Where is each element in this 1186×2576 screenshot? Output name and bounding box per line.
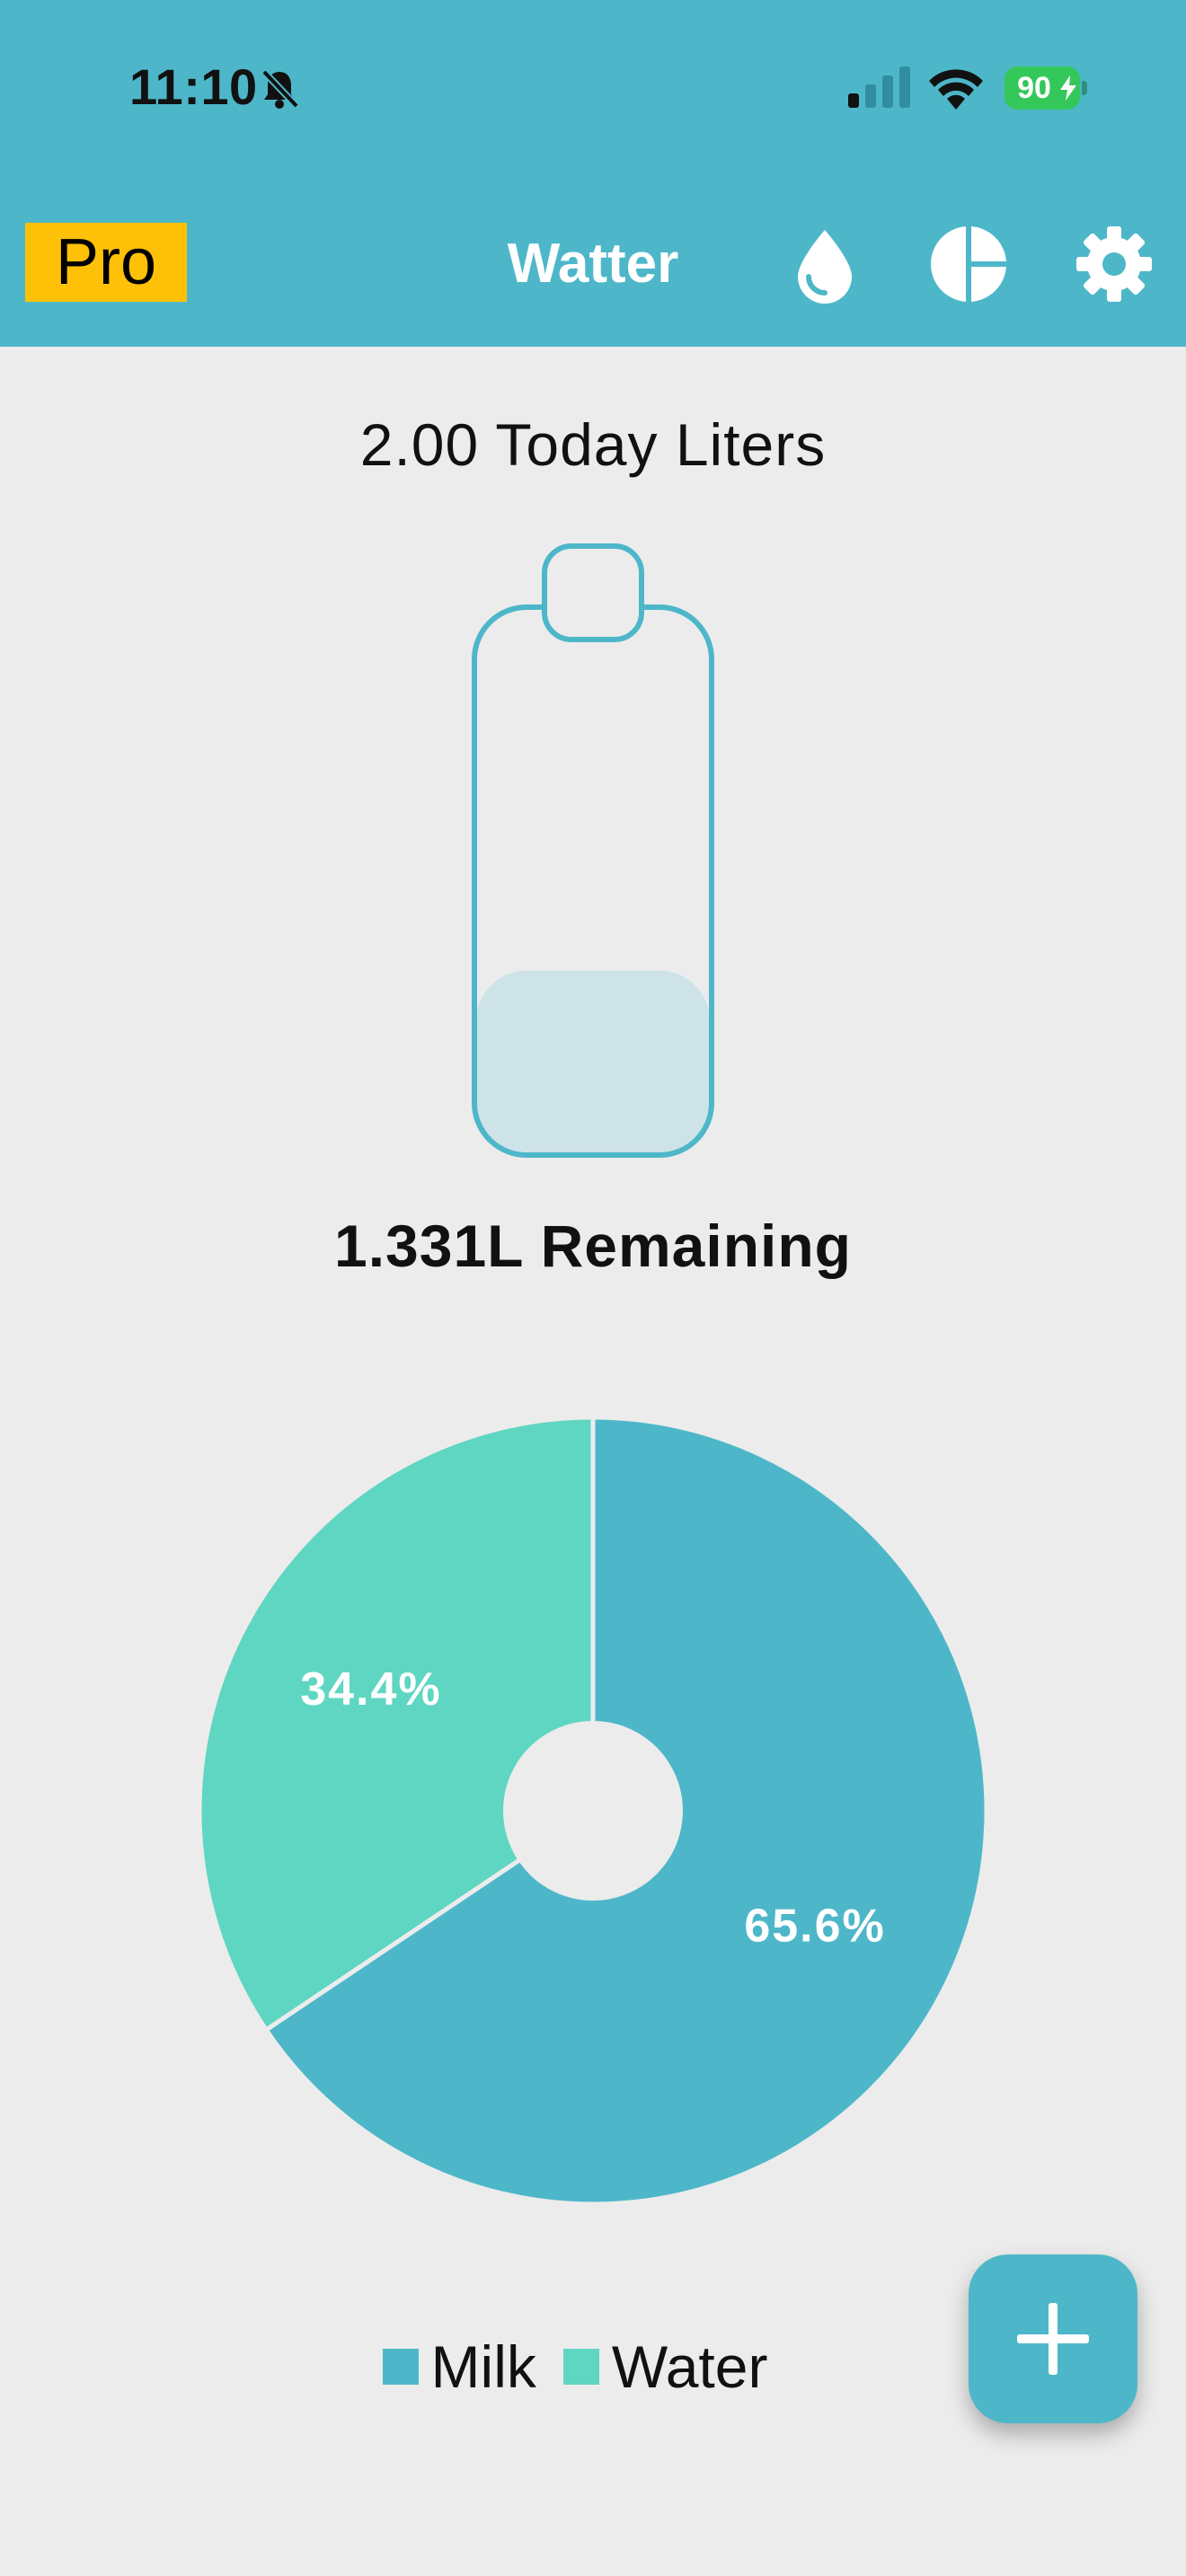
- app-title: Watter: [507, 233, 679, 295]
- pie-chart-icon[interactable]: [929, 225, 1008, 304]
- battery-level: 90: [1017, 71, 1051, 105]
- legend-swatch: [562, 2349, 599, 2385]
- intake-pie-chart: 65.6% 34.4%: [197, 1415, 989, 2207]
- legend-swatch: [382, 2349, 419, 2385]
- remaining-label: 1.331L Remaining: [333, 1213, 852, 1279]
- bottle-fill: [476, 970, 710, 1152]
- pie-center-hole: [503, 1721, 683, 1901]
- cellular-signal-icon: [848, 66, 910, 108]
- legend-label: Milk: [430, 2333, 536, 2400]
- water-drop-icon[interactable]: [785, 225, 864, 304]
- gear-icon[interactable]: [1075, 225, 1154, 304]
- pro-badge-button[interactable]: Pro: [25, 223, 187, 302]
- bottle-cap: [542, 543, 644, 642]
- pie-label-water: 34.4%: [300, 1663, 441, 1716]
- pie-label-milk: 65.6%: [744, 1901, 885, 1953]
- battery-charging-icon: 90: [1005, 66, 1087, 110]
- charging-bolt-icon: [1060, 75, 1076, 101]
- water-bottle-graphic: [472, 543, 714, 1158]
- legend-item-milk: Milk: [382, 2326, 536, 2407]
- status-time: 11:10: [129, 58, 258, 115]
- wifi-icon: [929, 69, 983, 110]
- bell-slash-icon: [261, 69, 299, 109]
- legend-item-water: Water: [562, 2326, 768, 2407]
- plus-icon: [1017, 2303, 1089, 2375]
- battery-cap: [1082, 81, 1087, 95]
- add-drink-button[interactable]: [969, 2254, 1137, 2423]
- status-bar: 11:10 90: [0, 0, 1186, 180]
- legend-label: Water: [611, 2333, 768, 2400]
- today-total-label: 2.00 Today Liters: [359, 411, 827, 478]
